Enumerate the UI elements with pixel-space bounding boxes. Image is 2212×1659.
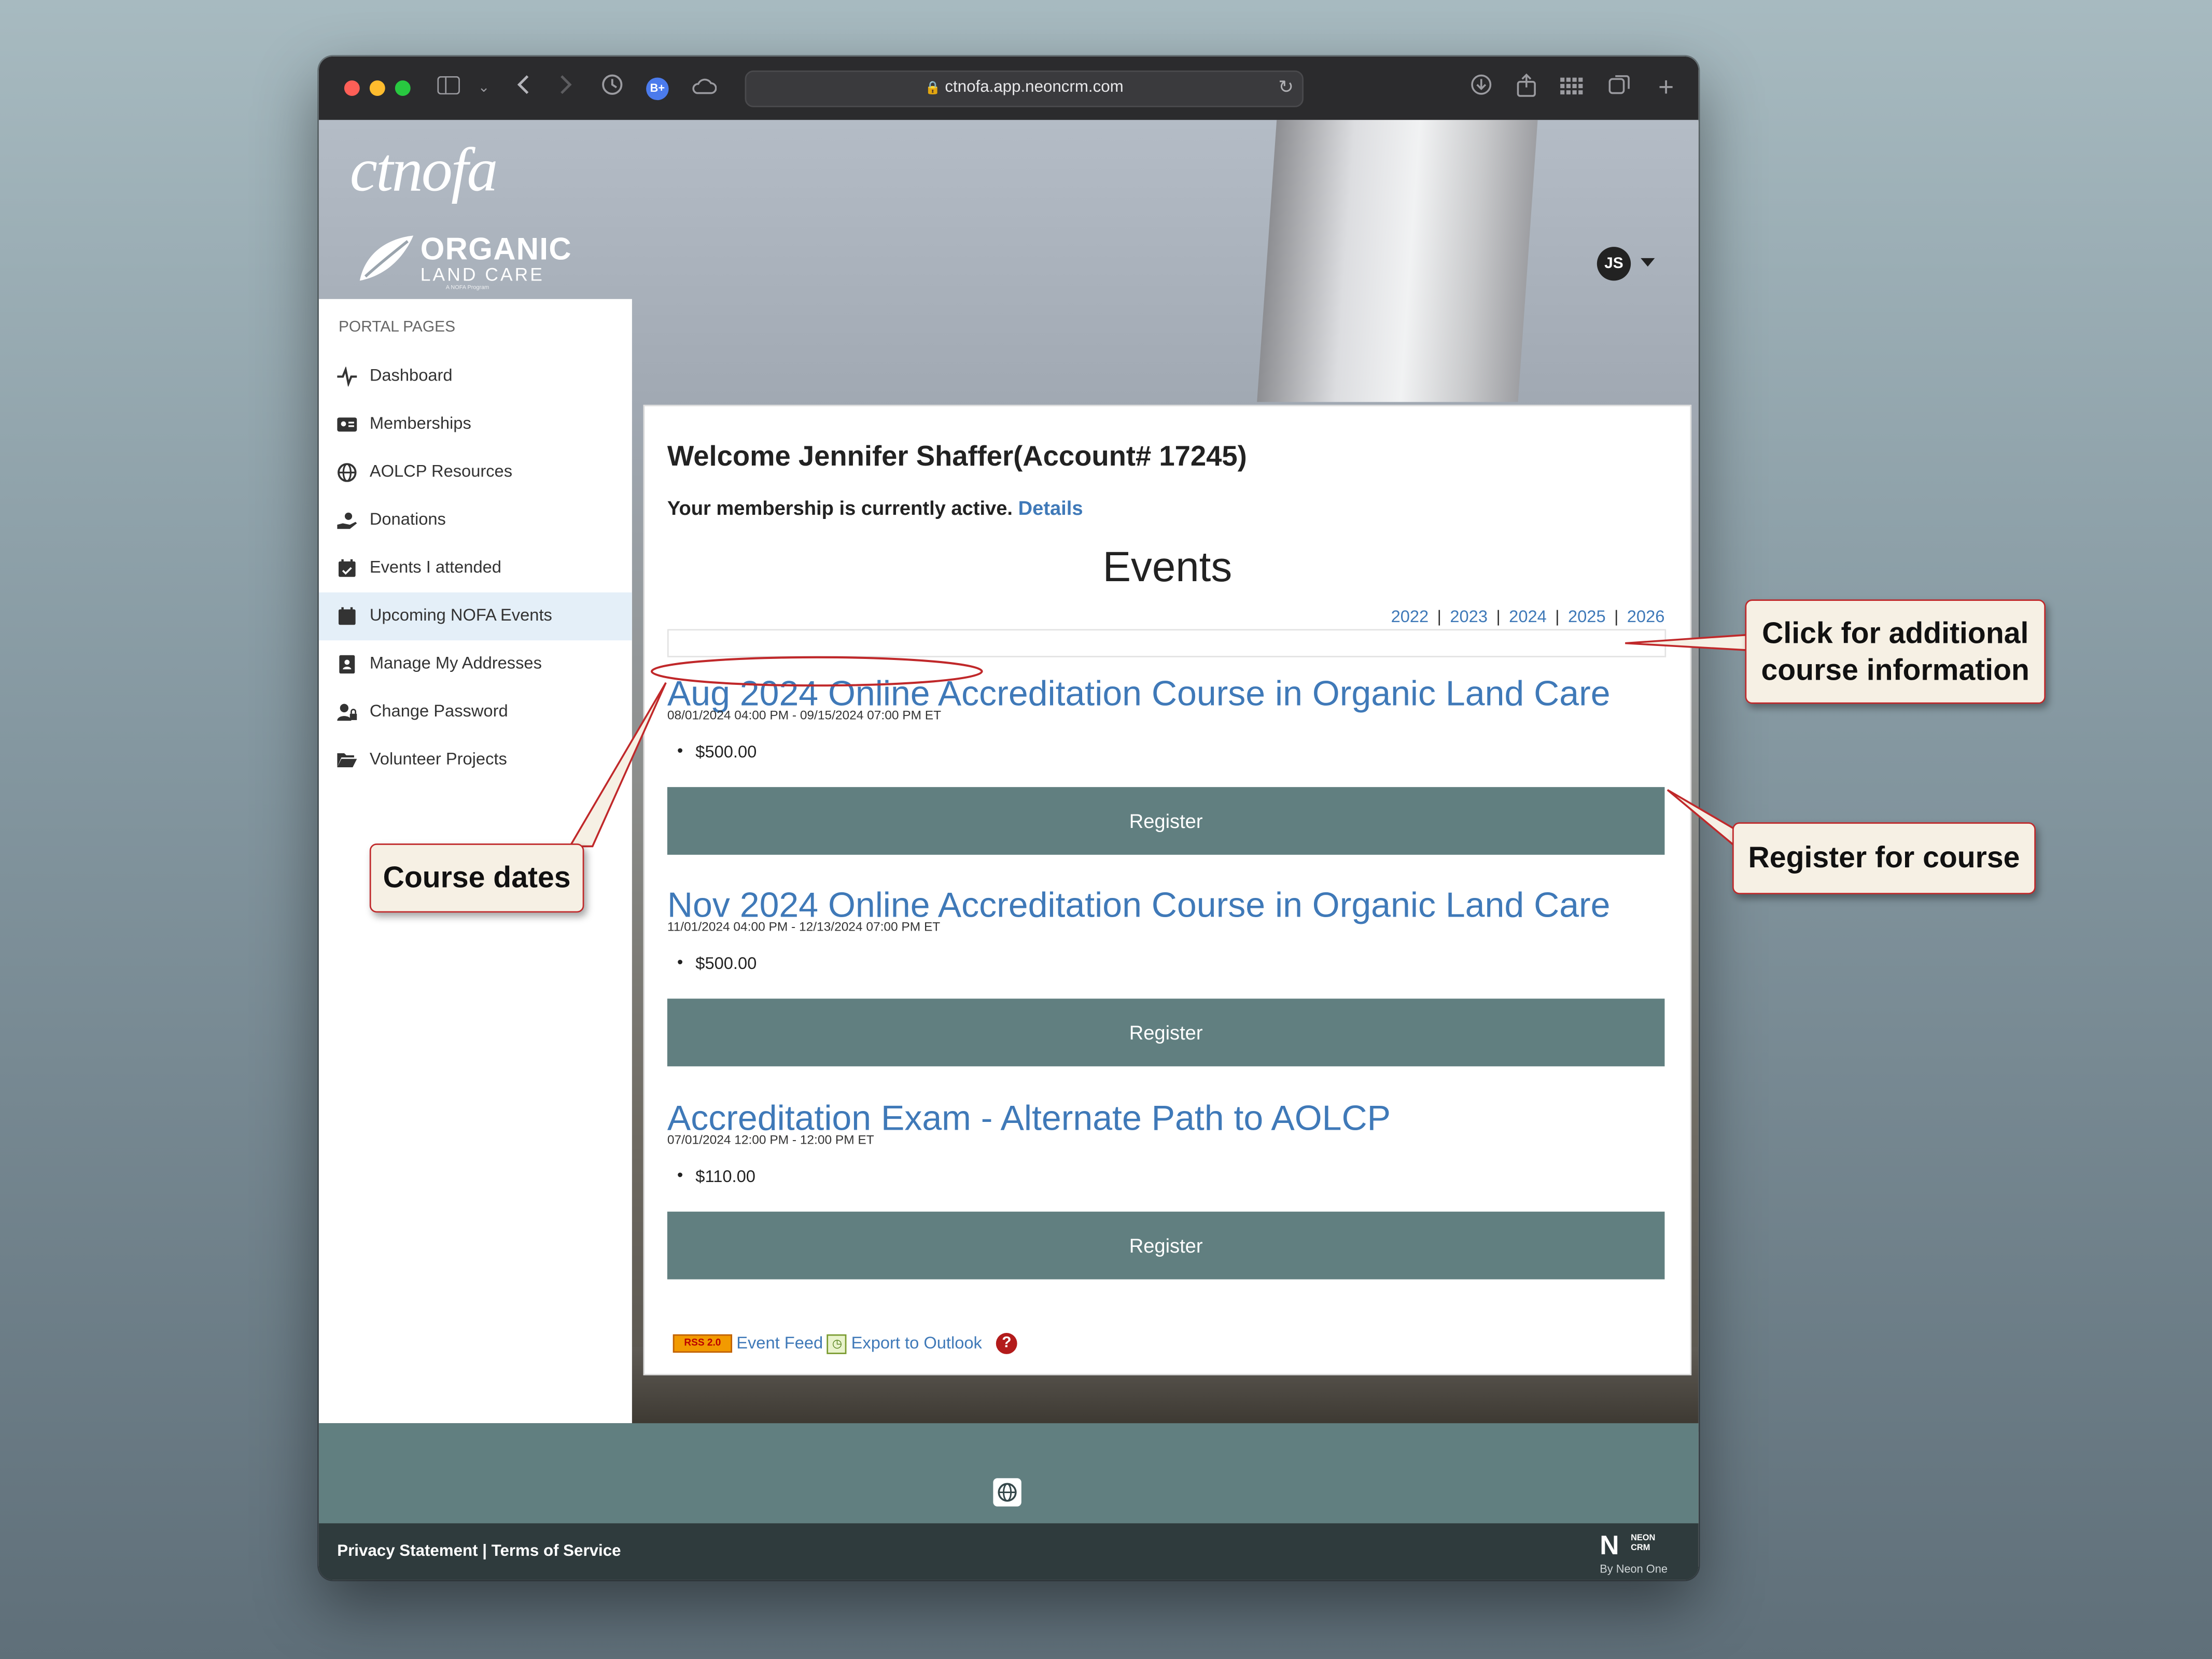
callout-register: Register for course	[1732, 822, 2036, 894]
pointer-dates	[568, 682, 667, 848]
callout-course-dates: Course dates	[369, 843, 584, 913]
callout-text: Click for additional	[1762, 617, 2029, 651]
callout-course-info: Click for additional course information	[1745, 599, 2046, 704]
callout-text: Course dates	[383, 862, 571, 894]
dates-highlight-ring	[650, 656, 983, 687]
pointer-info	[1625, 634, 1751, 652]
pointer-register	[1667, 789, 1737, 849]
callout-text: Register for course	[1748, 842, 2020, 875]
callout-text: course information	[1761, 654, 2029, 687]
